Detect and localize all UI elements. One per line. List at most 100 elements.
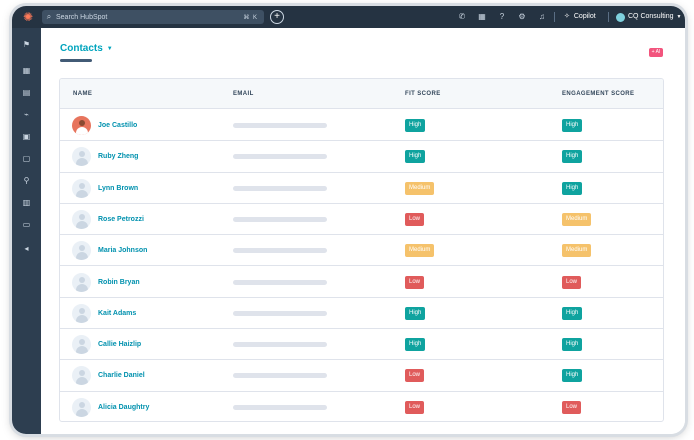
engagement-score-badge: High <box>562 369 583 383</box>
dashboard-grid-icon[interactable]: ▦ <box>20 64 33 77</box>
table-row[interactable]: Kait Adams High High <box>60 298 663 330</box>
email-placeholder-bar <box>233 373 327 379</box>
fit-score-badge: Medium <box>405 244 435 258</box>
avatar-body-icon <box>75 252 88 261</box>
avatar-head-icon <box>78 151 85 158</box>
contacts-book-icon[interactable]: ▤ <box>20 86 33 99</box>
engagement-score-badge: High <box>562 338 583 352</box>
table-row[interactable]: Ruby Zheng High High <box>60 141 663 173</box>
collapse-arrow-icon[interactable]: ◂ <box>20 242 33 255</box>
fit-score-badge: Low <box>405 275 425 289</box>
column-header-fit-score[interactable]: FIT SCORE <box>405 79 441 109</box>
engagement-score-badge: High <box>562 181 583 195</box>
search-icon: ⌕ <box>46 12 52 21</box>
copilot-label: Copilot <box>573 13 596 20</box>
avatar-head-icon <box>78 339 85 346</box>
contact-name-link[interactable]: Robin Bryan <box>98 267 140 298</box>
column-header-email[interactable]: EMAIL <box>233 79 254 109</box>
copilot-sparkle-icon: ✧ <box>564 13 570 20</box>
ai-badge[interactable]: + AI <box>649 48 663 57</box>
contact-name-link[interactable]: Lynn Brown <box>98 173 138 204</box>
contact-avatar <box>72 241 91 261</box>
avatar-head-icon <box>78 245 85 252</box>
engagement-score-badge: Low <box>562 400 582 414</box>
app-window: ✺ ⌕ Search HubSpot ⌘ K + ✆ ▦ ? ⚙ ♫ ✧ Cop… <box>12 6 685 434</box>
fit-score-badge: Low <box>405 400 425 414</box>
contact-avatar <box>72 303 91 323</box>
column-header-engagement-score[interactable]: ENGAGEMENT SCORE <box>562 79 634 109</box>
contact-name-link[interactable]: Callie Haizlip <box>98 329 141 360</box>
fit-score-badge: High <box>405 119 426 132</box>
content-icon[interactable]: ▣ <box>20 130 33 143</box>
search-input[interactable]: Search HubSpot <box>56 14 243 21</box>
contact-avatar <box>72 116 91 135</box>
table-row[interactable]: Callie Haizlip High High <box>60 329 663 361</box>
copilot-button[interactable]: ✧ Copilot <box>564 11 596 23</box>
table-row[interactable]: Maria Johnson Medium Medium <box>60 235 663 267</box>
contact-name-link[interactable]: Rose Petrozzi <box>98 204 144 235</box>
commerce-icon[interactable]: ▢ <box>20 152 33 165</box>
contact-name-link[interactable]: Ruby Zheng <box>98 141 138 172</box>
search-box[interactable]: ⌕ Search HubSpot ⌘ K <box>42 10 264 24</box>
contact-name-link[interactable]: Alicia Daughtry <box>98 392 149 421</box>
avatar-body-icon <box>75 283 88 292</box>
table-row[interactable]: Alicia Daughtry Low Low <box>60 392 663 421</box>
reporting-chart-icon[interactable]: ▥ <box>20 196 33 209</box>
email-placeholder-bar <box>233 185 327 191</box>
contact-name-link[interactable]: Kait Adams <box>98 298 136 329</box>
contact-avatar <box>72 209 91 229</box>
contact-name-link[interactable]: Charlie Daniel <box>98 360 145 391</box>
email-placeholder-bar <box>233 123 327 128</box>
column-header-name[interactable]: NAME <box>73 79 92 109</box>
fit-score-badge: High <box>405 338 426 352</box>
chevron-down-icon: ▼ <box>106 45 113 52</box>
marketing-megaphone-icon[interactable]: ⌁ <box>20 108 33 121</box>
table-row[interactable]: Lynn Brown Medium High <box>60 173 663 204</box>
table-row[interactable]: Rose Petrozzi Low Medium <box>60 204 663 236</box>
avatar-body-icon <box>75 189 88 198</box>
account-menu[interactable]: CQ Consulting ▼ <box>616 11 681 23</box>
avatar-head-icon <box>78 120 85 126</box>
email-placeholder-bar <box>233 154 327 160</box>
notifications-bell-icon[interactable]: ♫ <box>536 11 548 23</box>
contact-avatar <box>72 366 91 386</box>
email-placeholder-bar <box>233 342 327 348</box>
contact-avatar <box>72 397 91 417</box>
contact-avatar <box>72 335 91 355</box>
bookmark-icon[interactable]: ⚑ <box>20 38 33 51</box>
avatar-head-icon <box>78 307 85 314</box>
phone-icon[interactable]: ✆ <box>456 11 468 23</box>
account-name: CQ Consulting <box>628 13 674 20</box>
table-row[interactable]: Joe Castillo High High <box>60 110 663 142</box>
contact-avatar <box>72 272 91 292</box>
engagement-score-badge: High <box>562 150 583 164</box>
avatar-body-icon <box>75 377 88 386</box>
marketplace-icon[interactable]: ▦ <box>476 11 488 23</box>
table-row[interactable]: Charlie Daniel Low High <box>60 360 663 392</box>
email-placeholder-bar <box>233 248 327 254</box>
engagement-score-badge: Medium <box>562 244 592 258</box>
create-new-button[interactable]: + <box>270 10 284 24</box>
settings-gear-icon[interactable]: ⚙ <box>516 11 528 23</box>
contacts-table: NAME EMAIL FIT SCORE ENGAGEMENT SCORE Jo… <box>59 78 664 422</box>
library-folder-icon[interactable]: ▭ <box>20 218 33 231</box>
table-row[interactable]: Robin Bryan Low Low <box>60 267 663 298</box>
fit-score-badge: Low <box>405 369 425 383</box>
help-icon[interactable]: ? <box>496 11 508 23</box>
engagement-score-badge: Low <box>562 275 582 289</box>
page-title[interactable]: Contacts ▼ <box>60 43 113 54</box>
search-shortcut: ⌘ K <box>243 14 258 21</box>
fit-score-badge: Medium <box>405 181 435 195</box>
avatar-head-icon <box>78 401 85 408</box>
contact-name-link[interactable]: Maria Johnson <box>98 235 147 266</box>
left-sidebar: ⚑ ▦ ▤ ⌁ ▣ ▢ ⚲ ▥ ▭ ◂ <box>12 28 41 434</box>
topbar-divider <box>608 12 609 22</box>
top-navigation-bar: ✺ ⌕ Search HubSpot ⌘ K + ✆ ▦ ? ⚙ ♫ ✧ Cop… <box>12 6 685 28</box>
avatar-head-icon <box>78 213 85 220</box>
avatar-body-icon <box>75 408 88 417</box>
automation-icon[interactable]: ⚲ <box>20 174 33 187</box>
email-placeholder-bar <box>233 404 327 410</box>
avatar-body-icon <box>75 220 88 229</box>
hubspot-logo-icon[interactable]: ✺ <box>21 10 35 24</box>
contact-name-link[interactable]: Joe Castillo <box>98 110 137 141</box>
